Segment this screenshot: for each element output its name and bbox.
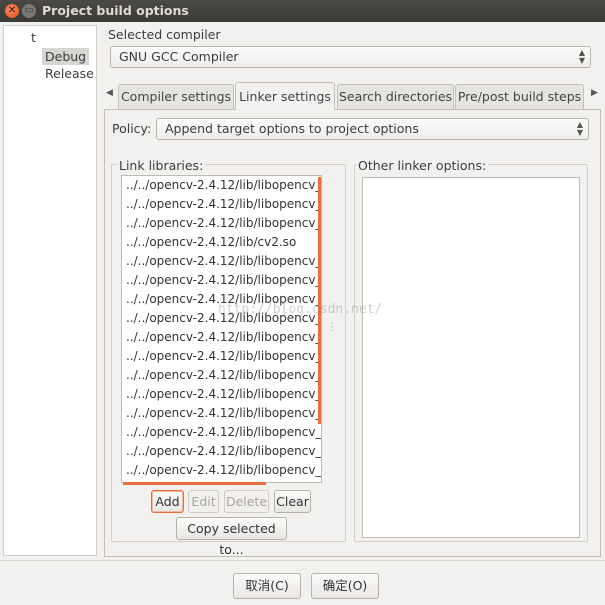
policy-label: Policy:: [112, 121, 152, 136]
window-title: Project build options: [42, 3, 189, 18]
tree-item-root[interactable]: t: [31, 30, 36, 45]
link-libraries-label: Link libraries:: [117, 158, 206, 173]
selected-compiler-label: Selected compiler: [108, 27, 221, 42]
title-bar: ✕ ▭ Project build options: [0, 0, 605, 22]
list-item[interactable]: ../../opencv-2.4.12/lib/cv2.so: [126, 233, 296, 252]
cancel-button[interactable]: 取消(C): [233, 573, 301, 599]
policy-select[interactable]: Append target options to project options…: [156, 118, 589, 140]
clear-button[interactable]: Clear: [274, 490, 311, 513]
list-item[interactable]: ../../opencv-2.4.12/lib/libopencv_o: [126, 366, 321, 385]
list-item[interactable]: ../../opencv-2.4.12/lib/libopencv_fe: [126, 442, 321, 461]
list-item[interactable]: ../../opencv-2.4.12/lib/libopencv_n: [126, 404, 321, 423]
list-item[interactable]: ../../opencv-2.4.12/lib/libopencv_le: [126, 385, 321, 404]
tab-linker-settings[interactable]: Linker settings: [235, 82, 335, 110]
close-icon[interactable]: ✕: [5, 4, 19, 18]
watermark: http://blog.csdn.net/: [218, 302, 383, 317]
edit-button[interactable]: Edit: [188, 490, 219, 513]
link-libraries-list[interactable]: ../../opencv-2.4.12/lib/libopencv_v ../.…: [121, 175, 322, 483]
tab-compiler-settings[interactable]: Compiler settings: [118, 84, 234, 109]
delete-button[interactable]: Delete: [224, 490, 269, 513]
list-item[interactable]: ../../opencv-2.4.12/lib/libopencv_h: [126, 461, 321, 480]
list-item[interactable]: ../../opencv-2.4.12/lib/libopencv_c: [126, 271, 321, 290]
add-button[interactable]: Add: [151, 490, 184, 513]
horizontal-scrollbar[interactable]: [123, 482, 266, 485]
tab-scroll-left-icon[interactable]: ◀: [106, 88, 113, 98]
tree-item-debug[interactable]: Debug: [42, 48, 90, 65]
list-item[interactable]: ../../opencv-2.4.12/lib/libopencv_g: [126, 328, 321, 347]
list-item[interactable]: ../../opencv-2.4.12/lib/libopencv_s: [126, 214, 321, 233]
tab-search-directories[interactable]: Search directories: [337, 84, 454, 109]
compiler-select[interactable]: GNU GCC Compiler ▲ ▼: [110, 46, 591, 68]
updown-arrow-icon: ▲ ▼: [576, 120, 583, 137]
list-item[interactable]: ../../opencv-2.4.12/lib/libopencv_v: [126, 176, 321, 195]
target-tree[interactable]: t Debug Release: [3, 25, 97, 556]
other-linker-options-label: Other linker options:: [356, 158, 489, 173]
minimize-icon[interactable]: ▭: [22, 4, 36, 18]
list-item[interactable]: ../../opencv-2.4.12/lib/libopencv_p: [126, 347, 321, 366]
footer-divider: [0, 560, 605, 561]
pane-resize-handle-icon[interactable]: ⋮: [326, 322, 338, 338]
tab-pre-post-build-steps[interactable]: Pre/post build steps: [455, 84, 584, 109]
other-linker-options-input[interactable]: [362, 177, 580, 538]
compiler-select-value: GNU GCC Compiler: [119, 49, 239, 64]
vertical-scrollbar[interactable]: [318, 177, 321, 424]
copy-selected-to-button[interactable]: Copy selected to...: [176, 517, 287, 557]
list-item[interactable]: ../../opencv-2.4.12/lib/libopencv_ca: [126, 423, 321, 442]
tree-item-release[interactable]: Release: [45, 66, 94, 81]
list-item[interactable]: ../../opencv-2.4.12/lib/libopencv_ja: [126, 252, 321, 271]
policy-select-value: Append target options to project options: [165, 121, 419, 136]
list-item[interactable]: ../../opencv-2.4.12/lib/libopencv_s: [126, 195, 321, 214]
updown-arrow-icon: ▲ ▼: [578, 48, 585, 65]
tab-scroll-right-icon[interactable]: ▶: [591, 88, 598, 98]
ok-button[interactable]: 确定(O): [311, 573, 379, 599]
